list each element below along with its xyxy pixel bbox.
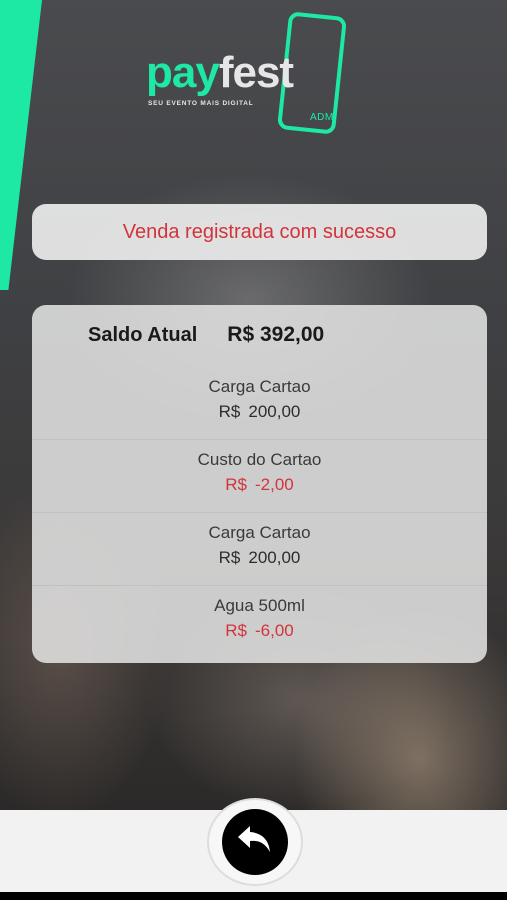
transaction-currency: R$ [218, 402, 241, 421]
transaction-currency: R$ [218, 548, 241, 567]
transaction-description: Carga Cartao [208, 523, 311, 542]
transaction-amount: R$ 200,00 [32, 545, 487, 571]
success-message: Venda registrada com sucesso [122, 220, 397, 243]
logo-fest-text: fest [218, 48, 294, 97]
transaction-description: Custo do Cartao [197, 450, 322, 469]
back-arrow-icon [233, 818, 277, 867]
bottom-edge [0, 892, 507, 900]
transaction-value: 200,00 [248, 402, 301, 421]
transaction-currency: R$ [225, 475, 247, 494]
transaction-amount: R$ -6,00 [32, 618, 487, 644]
transaction-item: Custo do Cartao R$ -2,00 [32, 440, 487, 513]
back-button-circle[interactable] [222, 809, 288, 875]
transaction-item: Carga Cartao R$ 200,00 [32, 367, 487, 440]
balance-label: Saldo Atual [88, 324, 198, 346]
payfest-logo: payfest SEU EVENTO MAIS DIGITAL ADM [146, 11, 366, 139]
transaction-description: Carga Cartao [208, 377, 311, 396]
transaction-value: -2,00 [254, 475, 294, 494]
balance-value: R$ 392,00 [227, 323, 325, 346]
transaction-item: Agua 500ml R$ -6,00 [32, 586, 487, 659]
logo-adm-badge: ADM [310, 112, 334, 123]
transaction-amount: R$ -2,00 [32, 472, 487, 498]
success-message-box: Venda registrada com sucesso [32, 204, 487, 260]
transaction-value: 200,00 [248, 548, 301, 567]
transaction-amount: R$ 200,00 [32, 399, 487, 425]
transaction-description: Agua 500ml [214, 596, 305, 615]
transaction-item: Carga Cartao R$ 200,00 [32, 513, 487, 586]
logo-pay-text: pay [146, 48, 220, 97]
logo-wordmark: payfest [146, 48, 294, 98]
back-button[interactable] [207, 798, 303, 886]
transaction-value: -6,00 [254, 621, 294, 640]
balance-row: Saldo Atual R$ 392,00 [88, 323, 324, 347]
balance-panel: Saldo Atual R$ 392,00 Carga Cartao R$ 200… [32, 305, 487, 663]
transaction-list: Carga Cartao R$ 200,00 Custo do Cartao R$… [32, 367, 487, 659]
transaction-currency: R$ [225, 621, 247, 640]
logo-tagline: SEU EVENTO MAIS DIGITAL [148, 100, 254, 107]
